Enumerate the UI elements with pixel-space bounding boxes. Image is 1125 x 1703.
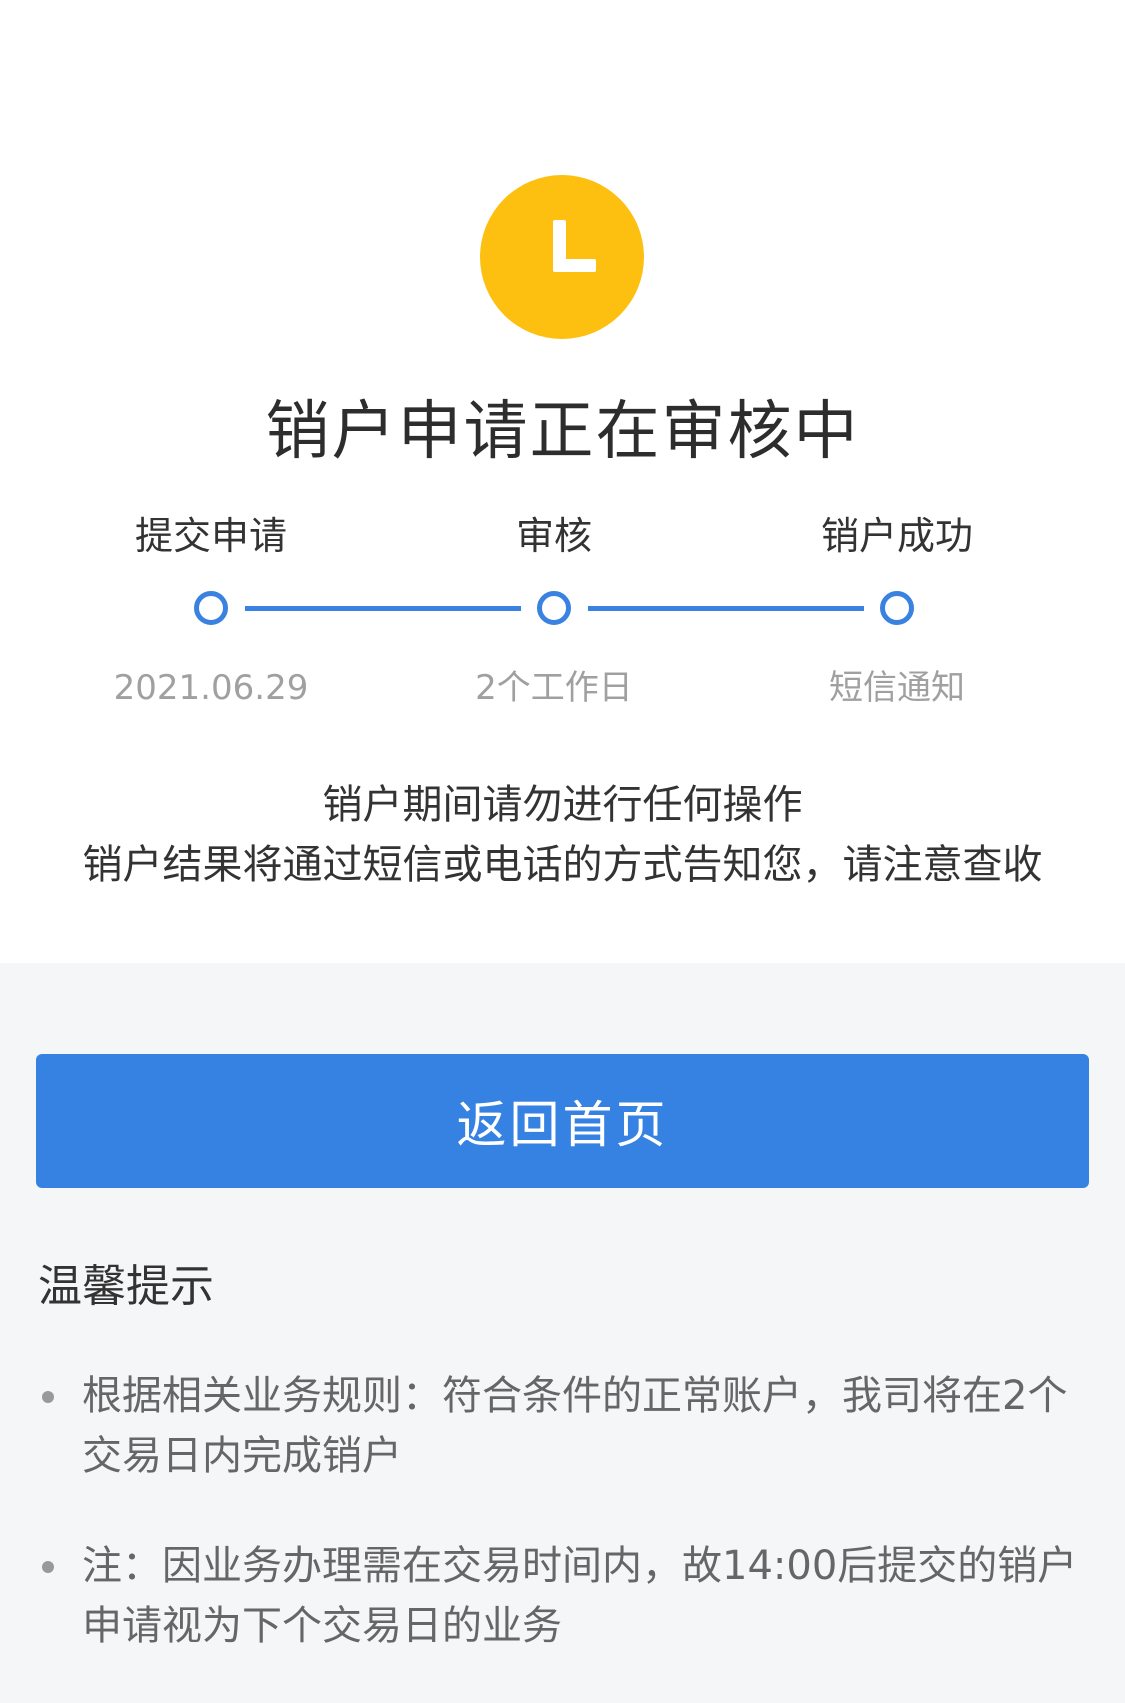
step-sub-submit: 2021.06.29 bbox=[113, 668, 309, 708]
step-connector bbox=[245, 606, 521, 611]
step-label-success: 销户成功 bbox=[820, 514, 973, 558]
tips-heading: 温馨提示 bbox=[38, 1261, 214, 1312]
page-title: 销户申请正在审核中 bbox=[265, 395, 860, 469]
tip-item: 注：因业务办理需在交易时间内，故14:00后提交的销户申请视为下个交易日的业务 bbox=[38, 1536, 1088, 1656]
step-sub-success: 短信通知 bbox=[829, 668, 965, 708]
step-dot-submit bbox=[194, 591, 228, 625]
notice-line-1: 销户期间请勿进行任何操作 bbox=[322, 782, 803, 828]
back-home-button[interactable]: 返回首页 bbox=[36, 1054, 1089, 1188]
step-dot-review bbox=[537, 591, 571, 625]
clock-icon bbox=[480, 175, 644, 339]
notice-line-2: 销户结果将通过短信或电话的方式告知您，请注意查收 bbox=[82, 842, 1043, 888]
step-connector bbox=[588, 606, 864, 611]
bullet-icon bbox=[42, 1391, 54, 1403]
tip-item: 根据相关业务规则：符合条件的正常账户，我司将在2个交易日内完成销户 bbox=[38, 1366, 1088, 1486]
tip-text: 根据相关业务规则：符合条件的正常账户，我司将在2个交易日内完成销户 bbox=[82, 1373, 1068, 1479]
tip-text: 注：因业务办理需在交易时间内，故14:00后提交的销户申请视为下个交易日的业务 bbox=[82, 1543, 1078, 1649]
step-sub-review: 2个工作日 bbox=[475, 668, 633, 708]
status-panel: 销户申请正在审核中 提交申请 审核 销户成功 2021.06.29 2个工作日 … bbox=[0, 0, 1125, 963]
step-dot-success bbox=[880, 591, 914, 625]
step-label-submit: 提交申请 bbox=[134, 514, 287, 558]
clock-minute-hand bbox=[553, 259, 596, 272]
bullet-icon bbox=[42, 1561, 54, 1573]
step-label-review: 审核 bbox=[515, 514, 592, 558]
